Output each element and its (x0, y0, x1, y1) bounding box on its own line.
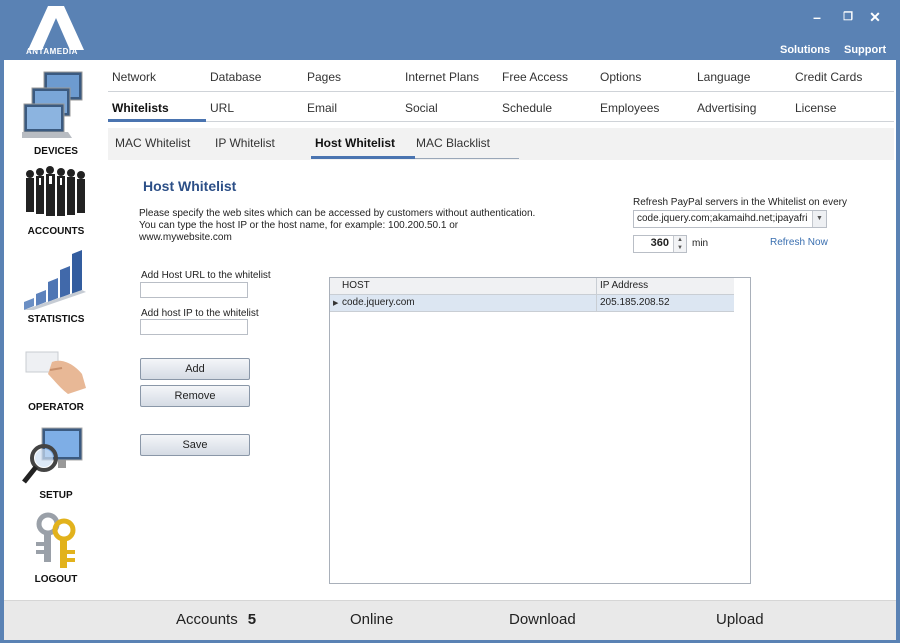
tab-free-access[interactable]: Free Access (502, 70, 568, 84)
accounts-icon (26, 166, 85, 216)
grid-header: HOST IP Address (330, 278, 734, 295)
subtab-mac-blacklist[interactable]: MAC Blacklist (416, 136, 490, 150)
chevron-down-icon[interactable]: ▼ (812, 211, 826, 227)
save-button[interactable]: Save (140, 434, 250, 456)
restore-button[interactable]: ❐ (839, 8, 857, 26)
refresh-now-link[interactable]: Refresh Now (770, 237, 828, 248)
paypal-servers-combo[interactable]: code.jquery.com;akamaihd.net;ipayafri ▼ (633, 210, 827, 228)
tab-email[interactable]: Email (307, 101, 337, 115)
column-divider (596, 295, 597, 311)
sidebar-item-statistics[interactable]: STATISTICS (4, 248, 104, 328)
active-tab-indicator (108, 119, 206, 122)
sidebar-item-label: OPERATOR (28, 402, 84, 413)
tab-schedule[interactable]: Schedule (502, 101, 552, 115)
tab-internet-plans[interactable]: Internet Plans (405, 70, 479, 84)
tab-whitelists[interactable]: Whitelists (112, 101, 169, 115)
online-status: Online (350, 611, 394, 628)
refresh-interval-stepper[interactable]: 360 ▲ ▼ (633, 235, 687, 253)
title-bar: ANTAMEDIA – ❐ ✕ Solutions Support (0, 0, 900, 62)
cell-host: code.jquery.com (342, 297, 415, 308)
nav-row-2: Whitelists URL Email Social Schedule Emp… (108, 93, 894, 123)
description-line: www.mywebsite.com (139, 232, 232, 243)
sidebar-item-label: ACCOUNTS (27, 226, 85, 237)
tab-advertising[interactable]: Advertising (697, 101, 756, 115)
status-bar: Accounts 5 Online Download Upload (4, 600, 896, 640)
tab-database[interactable]: Database (210, 70, 261, 84)
column-header-host[interactable]: HOST (342, 280, 370, 291)
subtab-bar: MAC Whitelist IP Whitelist Host Whitelis… (108, 128, 894, 160)
operator-icon (25, 351, 86, 394)
refresh-interval-value: 360 (650, 237, 669, 249)
host-url-label: Add Host URL to the whitelist (141, 270, 271, 281)
subtab-mac-whitelist[interactable]: MAC Whitelist (115, 136, 190, 150)
tab-license[interactable]: License (795, 101, 836, 115)
logout-icon (36, 512, 76, 568)
sidebar-item-devices[interactable]: DEVICES (4, 68, 104, 157)
tab-credit-cards[interactable]: Credit Cards (795, 70, 862, 84)
spin-arrows-icon[interactable]: ▲ ▼ (673, 236, 686, 252)
accounts-label: Accounts (176, 611, 238, 628)
sidebar-item-label: STATISTICS (27, 314, 85, 325)
cell-ip: 205.185.208.52 (600, 297, 670, 308)
subtab-ip-whitelist[interactable]: IP Whitelist (215, 136, 275, 150)
accounts-status: Accounts 5 (176, 611, 256, 628)
host-url-input[interactable] (140, 282, 248, 298)
tab-employees[interactable]: Employees (600, 101, 659, 115)
devices-icon (22, 71, 83, 138)
sidebar-item-setup[interactable]: SETUP (4, 424, 104, 504)
interval-unit-label: min (692, 238, 709, 249)
paypal-refresh-label: Refresh PayPal servers in the Whitelist … (633, 197, 847, 208)
main-frame: DEVICES ACCOUNTS STATISTICS OPERATOR SET… (4, 60, 896, 640)
page-title: Host Whitelist (143, 178, 237, 194)
column-divider (596, 278, 597, 294)
solutions-link[interactable]: Solutions (780, 44, 830, 56)
remove-button[interactable]: Remove (140, 385, 250, 407)
sidebar-item-accounts[interactable]: ACCOUNTS (4, 162, 104, 242)
host-whitelist-panel: Host Whitelist Please specify the web si… (108, 160, 894, 598)
close-button[interactable]: ✕ (866, 8, 884, 26)
page-description: Please specify the web sites which can b… (139, 208, 539, 244)
download-status: Download (509, 611, 576, 628)
logo-text: ANTAMEDIA (26, 47, 78, 56)
tab-url[interactable]: URL (210, 101, 234, 115)
add-button[interactable]: Add (140, 358, 250, 380)
tab-options[interactable]: Options (600, 70, 641, 84)
sidebar-item-label: DEVICES (34, 146, 78, 157)
nav-divider (206, 121, 894, 122)
row-indicator-icon: ▶ (333, 300, 339, 307)
tab-language[interactable]: Language (697, 70, 750, 84)
host-ip-input[interactable] (140, 319, 248, 335)
active-subtab-indicator (311, 156, 415, 159)
sidebar-item-label: SETUP (39, 490, 73, 501)
nav-divider (108, 91, 894, 92)
sidebar-item-logout[interactable]: LOGOUT (4, 512, 104, 590)
subtab-divider (415, 158, 519, 159)
minimize-button[interactable]: – (808, 8, 826, 26)
table-row[interactable]: ▶ code.jquery.com 205.185.208.52 (330, 295, 734, 312)
subtab-host-whitelist[interactable]: Host Whitelist (315, 136, 395, 150)
tab-pages[interactable]: Pages (307, 70, 341, 84)
nav-row-1: Network Database Pages Internet Plans Fr… (108, 62, 894, 92)
description-line: Please specify the web sites which can b… (139, 208, 536, 219)
support-link[interactable]: Support (844, 44, 886, 56)
host-ip-label: Add host IP to the whitelist (141, 308, 259, 319)
paypal-servers-value: code.jquery.com;akamaihd.net;ipayafri (637, 213, 808, 224)
tab-network[interactable]: Network (112, 70, 156, 84)
sidebar: DEVICES ACCOUNTS STATISTICS OPERATOR SET… (4, 60, 104, 600)
description-line: You can type the host IP or the host nam… (139, 220, 459, 231)
sidebar-item-operator[interactable]: OPERATOR (4, 348, 104, 418)
tab-social[interactable]: Social (405, 101, 438, 115)
statistics-icon (24, 250, 86, 310)
sidebar-item-label: LOGOUT (34, 574, 78, 585)
upload-status: Upload (716, 611, 764, 628)
host-whitelist-grid[interactable]: HOST IP Address ▶ code.jquery.com 205.18… (329, 277, 751, 584)
column-header-ip[interactable]: IP Address (600, 280, 648, 291)
accounts-count: 5 (247, 611, 257, 628)
setup-icon (22, 427, 83, 484)
